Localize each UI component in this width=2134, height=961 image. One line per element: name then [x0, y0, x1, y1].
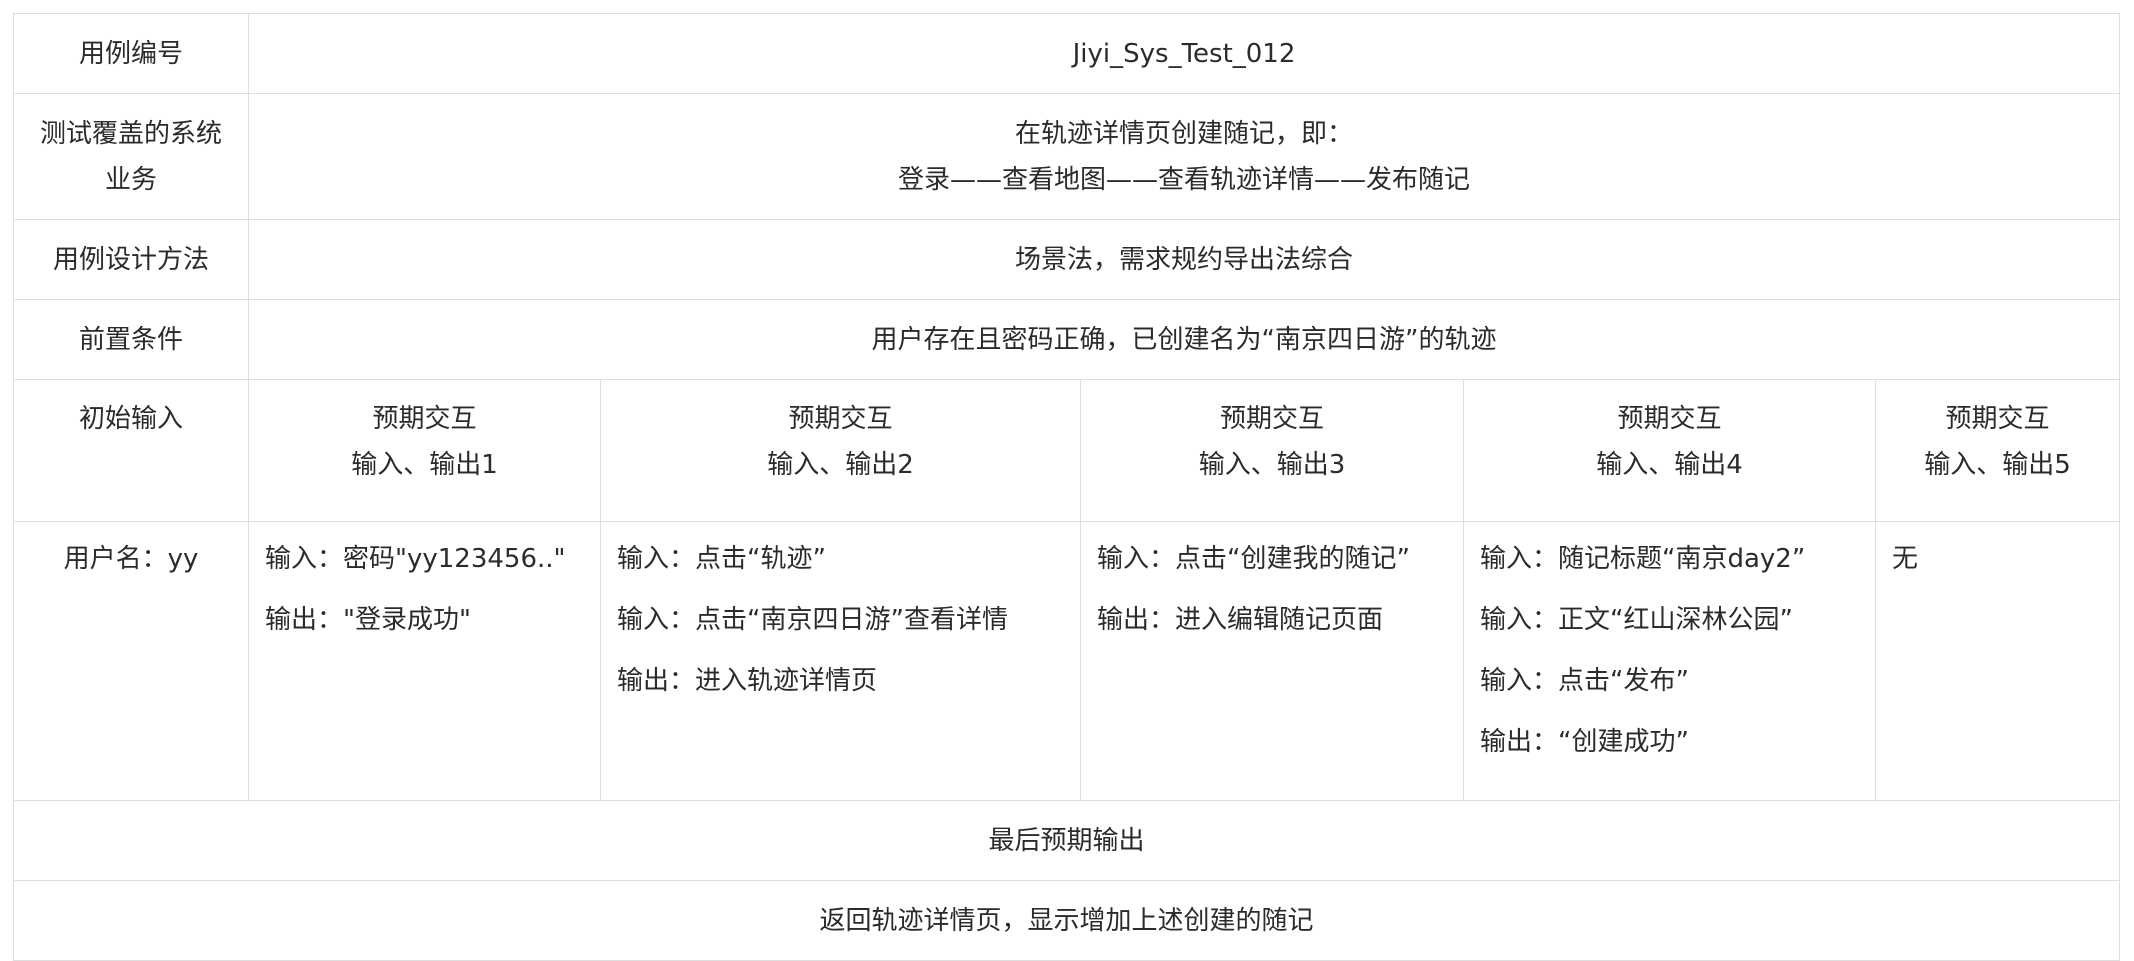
step-line: 输入：点击“创建我的随记”: [1097, 544, 1410, 574]
row-step-details: 用户名：yy 输入：密码"yy123456.." 输出："登录成功" 输入：点击…: [13, 521, 2121, 801]
step-2-details: 输入：点击“轨迹” 输入：点击“南京四日游”查看详情 输出：进入轨迹详情页: [600, 521, 1081, 801]
step-header-title: 预期交互: [1617, 404, 1722, 434]
final-output-value: 返回轨迹详情页，显示增加上述创建的随记: [12, 880, 2121, 961]
step-line: 输入：点击“南京四日游”查看详情: [617, 605, 1008, 635]
step-line: 输入：点击“发布”: [1480, 666, 1689, 696]
row-final-output-value: 返回轨迹详情页，显示增加上述创建的随记: [12, 880, 2121, 961]
step-3-header: 预期交互 输入、输出3: [1080, 379, 1464, 522]
initial-input-value: 用户名：yy: [13, 521, 249, 801]
step-header-title: 预期交互: [1219, 404, 1324, 434]
step-line: 输出：进入编辑随记页面: [1097, 605, 1384, 635]
row-final-output-header: 最后预期输出: [12, 800, 2121, 881]
step-line: 输入：点击“轨迹”: [617, 544, 826, 574]
step-header-subtitle: 输入、输出1: [351, 450, 498, 480]
step-5-details: 无: [1874, 521, 2121, 801]
method-label: 用例设计方法: [13, 219, 249, 300]
step-header-title: 预期交互: [372, 404, 477, 434]
row-case-id: 用例编号 Jiyi_Sys_Test_012: [13, 13, 2121, 94]
step-4-header: 预期交互 输入、输出4: [1463, 379, 1876, 522]
coverage-label-line-1: 测试覆盖的系统: [39, 118, 222, 149]
step-line: 输出：“创建成功”: [1480, 727, 1689, 757]
coverage-value-line-2: 登录——查看地图——查看轨迹详情——发布随记: [898, 164, 1471, 195]
test-case-table: 用例编号 Jiyi_Sys_Test_012 测试覆盖的系统 业务 在轨迹详情页…: [12, 13, 2121, 961]
step-header-subtitle: 输入、输出5: [1924, 450, 2071, 480]
coverage-label: 测试覆盖的系统 业务: [13, 93, 249, 220]
step-4-details: 输入：随记标题“南京day2” 输入：正文“红山深林公园” 输入：点击“发布” …: [1463, 521, 1876, 801]
row-step-headers: 初始输入 预期交互 输入、输出1 预期交互 输入、输出2 预期交互 输入、输出3…: [13, 379, 2121, 522]
step-header-title: 预期交互: [788, 404, 893, 434]
step-1-header: 预期交互 输入、输出1: [248, 379, 601, 522]
row-coverage: 测试覆盖的系统 业务 在轨迹详情页创建随记，即： 登录——查看地图——查看轨迹详…: [13, 93, 2121, 220]
step-5-header: 预期交互 输入、输出5: [1874, 379, 2121, 522]
step-header-subtitle: 输入、输出4: [1596, 450, 1743, 480]
step-line: 输出：进入轨迹详情页: [617, 666, 878, 696]
row-precondition: 前置条件 用户存在且密码正确，已创建名为“南京四日游”的轨迹: [13, 299, 2121, 380]
coverage-label-line-2: 业务: [104, 164, 157, 195]
step-header-subtitle: 输入、输出2: [767, 450, 914, 480]
step-line: 输出："登录成功": [265, 605, 471, 635]
step-line: 输入：密码"yy123456..": [265, 544, 566, 574]
step-1-details: 输入：密码"yy123456.." 输出："登录成功": [248, 521, 601, 801]
coverage-value-line-1: 在轨迹详情页创建随记，即：: [1015, 118, 1354, 149]
precondition-label: 前置条件: [13, 299, 249, 380]
step-line: 无: [1892, 544, 1919, 574]
test-case-sheet: 用例编号 Jiyi_Sys_Test_012 测试覆盖的系统 业务 在轨迹详情页…: [12, 13, 2121, 961]
step-header-title: 预期交互: [1945, 404, 2050, 434]
row-method: 用例设计方法 场景法，需求规约导出法综合: [13, 219, 2121, 300]
case-id-label: 用例编号: [13, 13, 249, 94]
method-value: 场景法，需求规约导出法综合: [247, 219, 2121, 300]
step-3-details: 输入：点击“创建我的随记” 输出：进入编辑随记页面: [1080, 521, 1464, 801]
step-header-subtitle: 输入、输出3: [1198, 450, 1346, 480]
initial-input-label: 初始输入: [13, 379, 249, 522]
coverage-value: 在轨迹详情页创建随记，即： 登录——查看地图——查看轨迹详情——发布随记: [247, 93, 2121, 220]
step-line: 输入：正文“红山深林公园”: [1480, 605, 1793, 635]
step-2-header: 预期交互 输入、输出2: [600, 379, 1081, 522]
precondition-value: 用户存在且密码正确，已创建名为“南京四日游”的轨迹: [247, 299, 2121, 380]
step-line: 输入：随记标题“南京day2”: [1480, 544, 1806, 574]
final-output-header: 最后预期输出: [12, 800, 2121, 881]
case-id-value: Jiyi_Sys_Test_012: [247, 13, 2121, 94]
